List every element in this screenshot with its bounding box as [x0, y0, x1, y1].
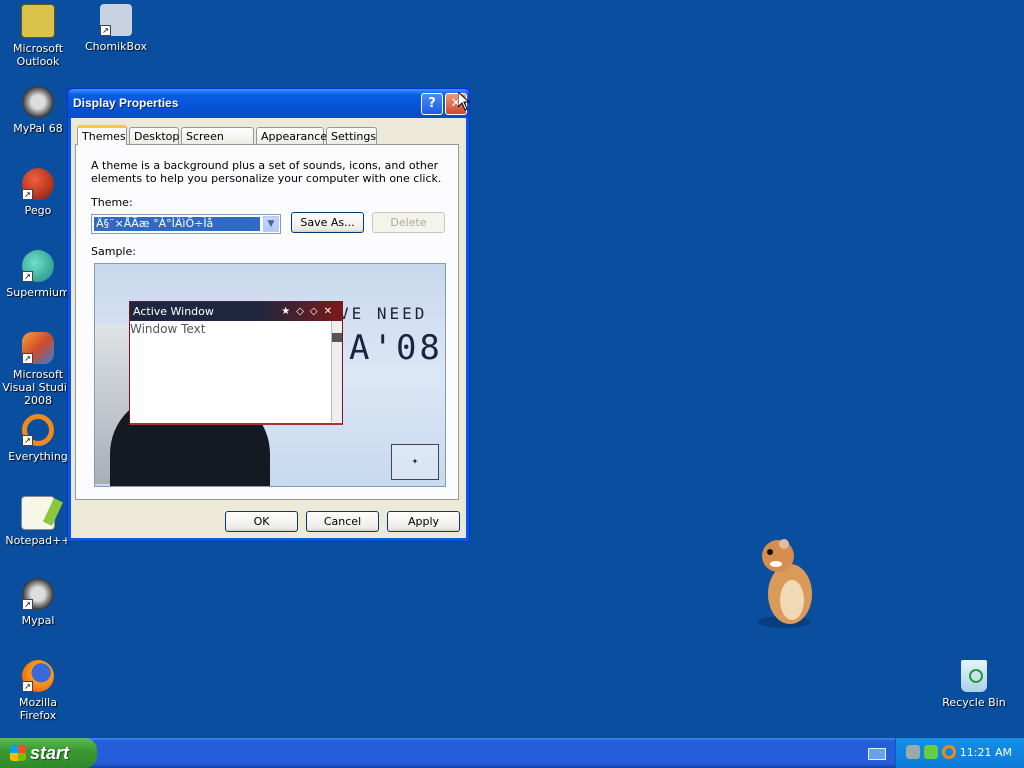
theme-description: A theme is a background plus a set of so…	[91, 159, 442, 185]
update-tray-icon[interactable]	[924, 745, 938, 759]
desktop-icon-mypal[interactable]: ↗ Mypal	[0, 578, 76, 627]
everything-tray-icon[interactable]	[942, 745, 956, 759]
desktop-icon-label: ChomikBox	[85, 40, 147, 53]
title-bar[interactable]: Display Properties ? ✕	[68, 89, 469, 118]
desktop-icon-label: Mypal	[21, 614, 55, 627]
desktop-icon-label: MyPal 68	[13, 122, 63, 135]
supermium-icon: ↗	[22, 250, 54, 282]
desktop-icon-label: Notepad++	[5, 534, 71, 547]
chevron-down-icon[interactable]: ▼	[263, 216, 279, 232]
desktop-icon-recycle-bin[interactable]: Recycle Bin	[936, 660, 1012, 709]
theme-label: Theme:	[91, 196, 133, 209]
start-button[interactable]: start	[0, 738, 97, 768]
firefox-icon: ↗	[22, 660, 54, 692]
sample-scrollbar	[331, 321, 342, 422]
display-properties-dialog: Display Properties ? ✕ Themes Desktop Sc…	[67, 88, 470, 542]
sample-window-buttons-icon: ★◇◇✕	[281, 306, 338, 317]
desktop-icon-label: Recycle Bin	[942, 696, 1006, 709]
sample-window-title: Active Window	[133, 305, 214, 318]
desktop-icon-label: Mozilla Firefox	[19, 696, 57, 722]
desktop-icon-visual-studio[interactable]: ↗ Microsoft Visual Studio 2008	[0, 332, 76, 407]
desktop-icon-label: Microsoft Outlook	[12, 42, 64, 68]
theme-selected-value: Ä§¨×ÅÃæ °À°ÌÄìÕ÷Ìå	[94, 217, 260, 231]
tab-appearance[interactable]: Appearance	[256, 127, 327, 144]
desktop-icon-chomikbox[interactable]: ↗ ChomikBox	[78, 4, 154, 53]
wallpaper-text-line1: VE NEED	[339, 304, 428, 323]
keyboard-layout-icon[interactable]	[868, 748, 886, 760]
hamster-desktop-pet[interactable]	[754, 534, 820, 630]
sample-label: Sample:	[91, 245, 136, 258]
desktop-icon-pego[interactable]: ↗ Pego	[0, 168, 76, 217]
desktop-icon-outlook[interactable]: Microsoft Outlook	[0, 4, 76, 68]
system-tray: 11:21 AM	[895, 738, 1024, 768]
recycle-bin-icon	[961, 660, 987, 692]
desktop-icon-label: Supermium	[6, 286, 70, 299]
cancel-button[interactable]: Cancel	[306, 511, 379, 532]
theme-sample-preview: VE NEED A'08 ✦ Active Window ★◇◇✕ Window…	[94, 263, 446, 487]
wallpaper-text-line2: A'08	[349, 328, 443, 368]
sample-active-window: Active Window ★◇◇✕ Window Text	[129, 301, 343, 425]
desktop-icon-mypal68[interactable]: MyPal 68	[0, 86, 76, 135]
tab-settings[interactable]: Settings	[326, 127, 377, 144]
network-tray-icon[interactable]	[906, 745, 920, 759]
notepadpp-icon	[21, 496, 64, 530]
pego-icon: ↗	[22, 168, 54, 200]
desktop-icon-label: Pego	[24, 204, 52, 217]
desktop-icon-label: Everything	[8, 450, 68, 463]
apply-button[interactable]: Apply	[387, 511, 460, 532]
desktop-icon-everything[interactable]: ↗ Everything	[0, 414, 76, 463]
help-button[interactable]: ?	[421, 93, 443, 115]
visual-studio-icon: ↗	[22, 332, 54, 364]
desktop-icon-label: Microsoft Visual Studio 2008	[2, 368, 74, 407]
theme-select[interactable]: Ä§¨×ÅÃæ °À°ÌÄìÕ÷Ìå ▼	[91, 214, 281, 234]
delete-button[interactable]: Delete	[372, 212, 445, 233]
themes-tab-panel: A theme is a background plus a set of so…	[75, 144, 459, 500]
chomikbox-icon: ↗	[100, 4, 132, 36]
ok-button[interactable]: OK	[225, 511, 298, 532]
tab-desktop[interactable]: Desktop	[129, 127, 179, 144]
windows-logo-icon	[10, 745, 26, 761]
desktop-icon-firefox[interactable]: ↗ Mozilla Firefox	[0, 660, 76, 722]
mypal-raccoon-icon: ↗	[22, 578, 54, 610]
mouse-cursor-icon	[458, 92, 470, 111]
desktop-icon-supermium[interactable]: ↗ Supermium	[0, 250, 76, 299]
save-as-button[interactable]: Save As...	[291, 212, 364, 233]
outlook-icon	[21, 4, 55, 38]
clock[interactable]: 11:21 AM	[960, 746, 1012, 759]
tab-themes[interactable]: Themes	[77, 125, 127, 145]
sample-window-text: Window Text	[130, 322, 206, 336]
sample-window-titlebar: Active Window ★◇◇✕	[130, 302, 342, 321]
tab-screen-saver[interactable]: Screen Saver	[181, 127, 254, 160]
everything-icon: ↗	[22, 414, 54, 446]
dialog-title: Display Properties	[73, 96, 179, 110]
help-icon: ?	[428, 96, 436, 111]
start-label: start	[30, 743, 70, 763]
mypal-raccoon-icon	[22, 86, 54, 118]
desktop-icon-notepadpp[interactable]: Notepad++	[0, 496, 76, 547]
taskbar: start 11:21 AM	[0, 738, 1024, 768]
wallpaper-logo-icon: ✦	[391, 444, 439, 480]
